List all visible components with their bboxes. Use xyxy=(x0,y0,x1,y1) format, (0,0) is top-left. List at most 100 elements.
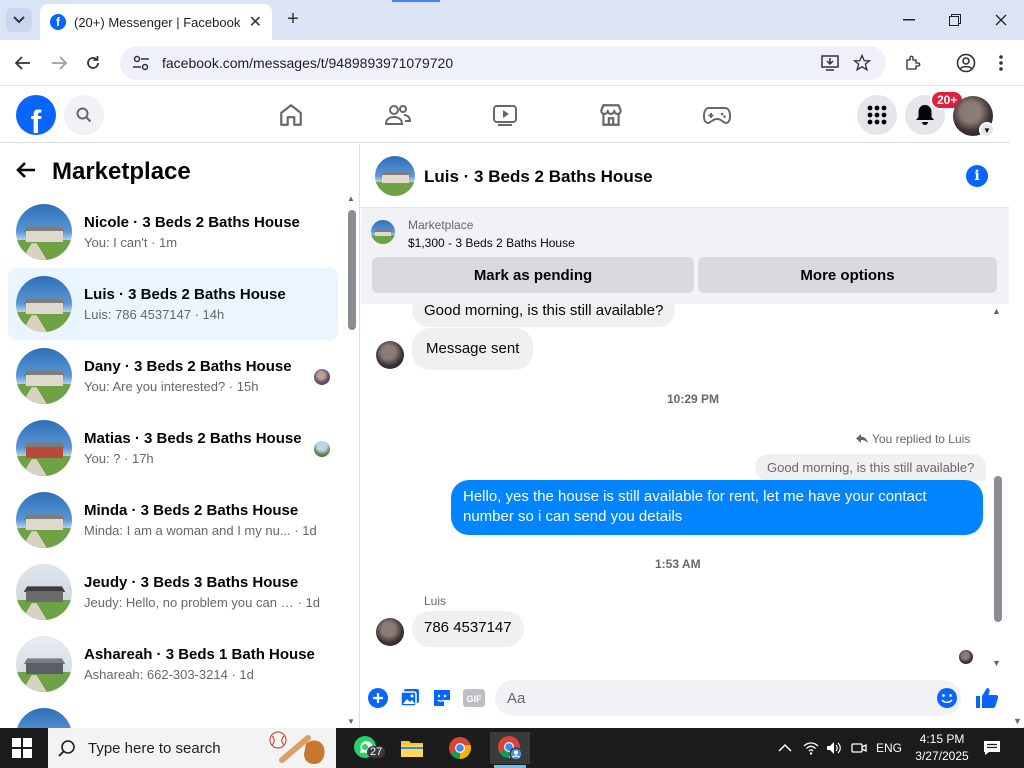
extensions-button[interactable] xyxy=(900,50,926,76)
conversation-item[interactable]: Luis · 3 Beds 2 Baths House Luis: 786 453… xyxy=(8,268,338,340)
new-tab-button[interactable]: + xyxy=(282,8,304,30)
conversation-item[interactable]: Matias · 3 Beds 2 Baths House You: ? · 17… xyxy=(8,412,338,484)
close-window-button[interactable] xyxy=(978,0,1024,40)
scroll-down-arrow-icon[interactable]: ▼ xyxy=(347,717,355,726)
home-icon xyxy=(280,104,302,126)
scroll-up-arrow-icon[interactable]: ▲ xyxy=(992,306,1001,316)
volume-control[interactable] xyxy=(826,728,842,768)
tab-close-icon[interactable]: ✕ xyxy=(249,12,262,32)
conversation-snippet: You: Are you interested? xyxy=(84,379,226,394)
conversation-text: Nicole · 3 Beds 2 Baths House You: I can'… xyxy=(84,214,320,250)
tab-search-button[interactable] xyxy=(6,8,32,32)
gif-button[interactable]: GIF xyxy=(462,686,486,710)
facebook-logo-icon[interactable]: f xyxy=(16,95,56,135)
taskbar-search-placeholder: Type here to search xyxy=(88,739,221,757)
chrome-profile-icon xyxy=(498,736,523,761)
info-icon[interactable]: i xyxy=(966,165,988,187)
conversation-item[interactable]: Ashareah · 3 Beds 1 Bath House Ashareah: … xyxy=(8,628,338,700)
sidebar-scrollbar[interactable]: ▲ ▼ xyxy=(347,194,356,728)
conversation-item[interactable]: Jeudy · 3 Beds 3 Baths House Jeudy: Hello… xyxy=(8,556,338,628)
nav-video[interactable] xyxy=(489,99,521,131)
taskbar-search[interactable]: Type here to search xyxy=(48,728,336,768)
browser-tabstrip: f (20+) Messenger | Facebook ✕ + xyxy=(0,0,1024,40)
chat-title[interactable]: Luis · 3 Beds 2 Baths House xyxy=(424,167,653,187)
conversation-text: Dany · 3 Beds 2 Baths House You: Are you … xyxy=(84,358,320,394)
site-settings-icon[interactable] xyxy=(132,55,150,71)
contact-avatar[interactable] xyxy=(376,618,404,646)
chat-scrollbar[interactable]: ▲ ▼ xyxy=(991,306,1002,668)
message-bubble-outgoing: Hello, yes the house is still available … xyxy=(451,480,983,535)
clock-date: 3/27/2025 xyxy=(915,749,969,763)
taskbar-chrome-profile[interactable] xyxy=(490,732,530,768)
sticker-button[interactable] xyxy=(430,686,454,710)
nav-marketplace[interactable] xyxy=(595,99,627,131)
conversation-text: Jeudy · 3 Beds 3 Baths House Jeudy: Hello… xyxy=(84,574,320,610)
taskbar-chrome[interactable] xyxy=(440,732,480,764)
listing-price-title[interactable]: $1,300 - 3 Beds 2 Baths House xyxy=(408,236,575,250)
reload-button[interactable] xyxy=(80,50,106,76)
input-language[interactable]: ENG xyxy=(876,728,902,768)
conversation-thumbnail xyxy=(16,564,72,620)
conversation-snippet: You: I can't xyxy=(84,235,148,250)
nav-friends[interactable] xyxy=(382,99,414,131)
windows-start-icon[interactable] xyxy=(12,738,32,758)
conversation-item[interactable]: Dany · 3 Beds 2 Baths House You: Are you … xyxy=(8,340,338,412)
restore-button[interactable] xyxy=(932,0,978,40)
show-hidden-icons[interactable] xyxy=(778,728,792,768)
grid-menu-icon xyxy=(867,105,887,125)
send-like-button[interactable] xyxy=(975,686,999,710)
conversation-item[interactable]: Nicole · 3 Beds 2 Baths House You: I can'… xyxy=(8,196,338,268)
conversation-time: · 15h xyxy=(225,379,259,394)
taskbar-clock[interactable]: 4:15 PM 3/27/2025 xyxy=(912,731,972,765)
menu-button[interactable] xyxy=(857,95,897,135)
browser-toolbar: facebook.com/messages/t/9489893971079720 xyxy=(0,40,1024,86)
arrow-left-icon xyxy=(15,56,30,70)
chat-scrollbar-thumb[interactable] xyxy=(994,476,1002,622)
nav-gaming[interactable] xyxy=(701,99,733,131)
account-avatar[interactable]: ▼ xyxy=(953,96,995,138)
taskbar-whatsapp[interactable]: 27 xyxy=(346,732,386,764)
clock-time: 4:15 PM xyxy=(919,732,965,746)
conversation-time: · 14h xyxy=(190,307,225,322)
more-options-button[interactable]: More options xyxy=(698,257,997,293)
facebook-search-button[interactable] xyxy=(64,95,104,135)
taskbar-file-explorer[interactable] xyxy=(392,732,432,764)
conversation-list: Nicole · 3 Beds 2 Baths House You: I can'… xyxy=(8,196,338,768)
back-arrow-icon[interactable] xyxy=(16,159,36,185)
message-composer: GIF xyxy=(361,678,1009,718)
listing-thumbnail[interactable] xyxy=(371,220,395,244)
browser-tab-messenger[interactable]: f (20+) Messenger | Facebook ✕ xyxy=(40,4,272,40)
bookmark-star-icon[interactable] xyxy=(850,51,874,75)
mark-as-pending-button[interactable]: Mark as pending xyxy=(372,257,694,293)
reload-icon xyxy=(87,56,99,69)
scroll-down-arrow-icon[interactable]: ▼ xyxy=(1013,716,1022,726)
back-button[interactable] xyxy=(10,50,36,76)
speaker-icon xyxy=(827,742,841,754)
page-scrollbar[interactable]: ▼ xyxy=(1010,87,1024,728)
message-input[interactable] xyxy=(495,680,961,716)
nav-home[interactable] xyxy=(275,99,307,131)
svg-text:GIF: GIF xyxy=(467,694,483,704)
emoji-button[interactable] xyxy=(935,686,959,710)
contact-avatar[interactable] xyxy=(376,341,404,369)
meet-now[interactable] xyxy=(851,728,867,768)
address-bar[interactable]: facebook.com/messages/t/9489893971079720 xyxy=(120,46,886,80)
profile-button[interactable] xyxy=(953,50,979,76)
action-center[interactable] xyxy=(983,728,1001,768)
scroll-up-arrow-icon[interactable]: ▲ xyxy=(347,194,355,203)
conversation-snippet-row: You: Are you interested? · 15h xyxy=(84,379,320,394)
sidebar-title: Marketplace xyxy=(52,158,191,185)
photo-icon xyxy=(400,689,419,707)
network-status[interactable] xyxy=(803,728,819,768)
conversation-item[interactable]: Minda · 3 Beds 2 Baths House Minda: I am … xyxy=(8,484,338,556)
chat-avatar[interactable] xyxy=(375,156,415,196)
sidebar-scrollbar-thumb[interactable] xyxy=(348,210,356,330)
forward-button[interactable] xyxy=(46,50,72,76)
browser-menu-button[interactable] xyxy=(988,50,1014,76)
add-actions-button[interactable] xyxy=(366,686,390,710)
quoted-message[interactable]: Good morning, is this still available? xyxy=(755,454,987,481)
attach-photo-button[interactable] xyxy=(398,686,422,710)
install-app-icon[interactable] xyxy=(818,51,842,75)
scroll-down-arrow-icon[interactable]: ▼ xyxy=(992,658,1001,668)
minimize-button[interactable] xyxy=(886,0,932,40)
